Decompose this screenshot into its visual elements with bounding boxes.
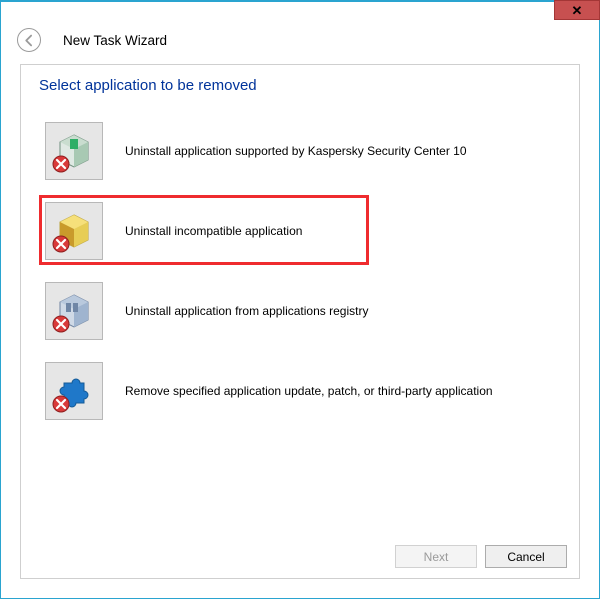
options-list: Uninstall application supported by Kaspe… xyxy=(21,122,579,420)
yellow-box-icon xyxy=(45,202,103,260)
wizard-window: ✕ New Task Wizard Select application to … xyxy=(0,0,600,599)
registry-box-icon xyxy=(45,282,103,340)
close-icon: ✕ xyxy=(572,4,583,17)
cancel-button-label: Cancel xyxy=(507,550,544,564)
option-label: Uninstall incompatible application xyxy=(125,224,302,238)
puzzle-icon xyxy=(45,362,103,420)
cancel-button[interactable]: Cancel xyxy=(485,545,567,568)
option-uninstall-registry[interactable]: Uninstall application from applications … xyxy=(21,282,579,340)
option-label: Uninstall application supported by Kaspe… xyxy=(125,144,467,158)
back-arrow-icon xyxy=(23,34,36,47)
option-uninstall-supported[interactable]: Uninstall application supported by Kaspe… xyxy=(21,122,579,180)
next-button-label: Next xyxy=(424,550,449,564)
back-button[interactable] xyxy=(17,28,41,52)
close-button[interactable]: ✕ xyxy=(554,0,600,20)
wizard-title: New Task Wizard xyxy=(63,33,167,48)
option-label: Uninstall application from applications … xyxy=(125,304,368,318)
next-button[interactable]: Next xyxy=(395,545,477,568)
header: New Task Wizard xyxy=(1,24,599,56)
option-uninstall-incompatible[interactable]: Uninstall incompatible application xyxy=(21,202,579,260)
kaspersky-box-icon xyxy=(45,122,103,180)
option-label: Remove specified application update, pat… xyxy=(125,384,493,398)
footer: Next Cancel xyxy=(395,545,567,568)
titlebar: ✕ xyxy=(1,2,599,24)
option-remove-update[interactable]: Remove specified application update, pat… xyxy=(21,362,579,420)
content-panel: Select application to be removed xyxy=(20,64,580,579)
section-title: Select application to be removed xyxy=(21,65,579,94)
